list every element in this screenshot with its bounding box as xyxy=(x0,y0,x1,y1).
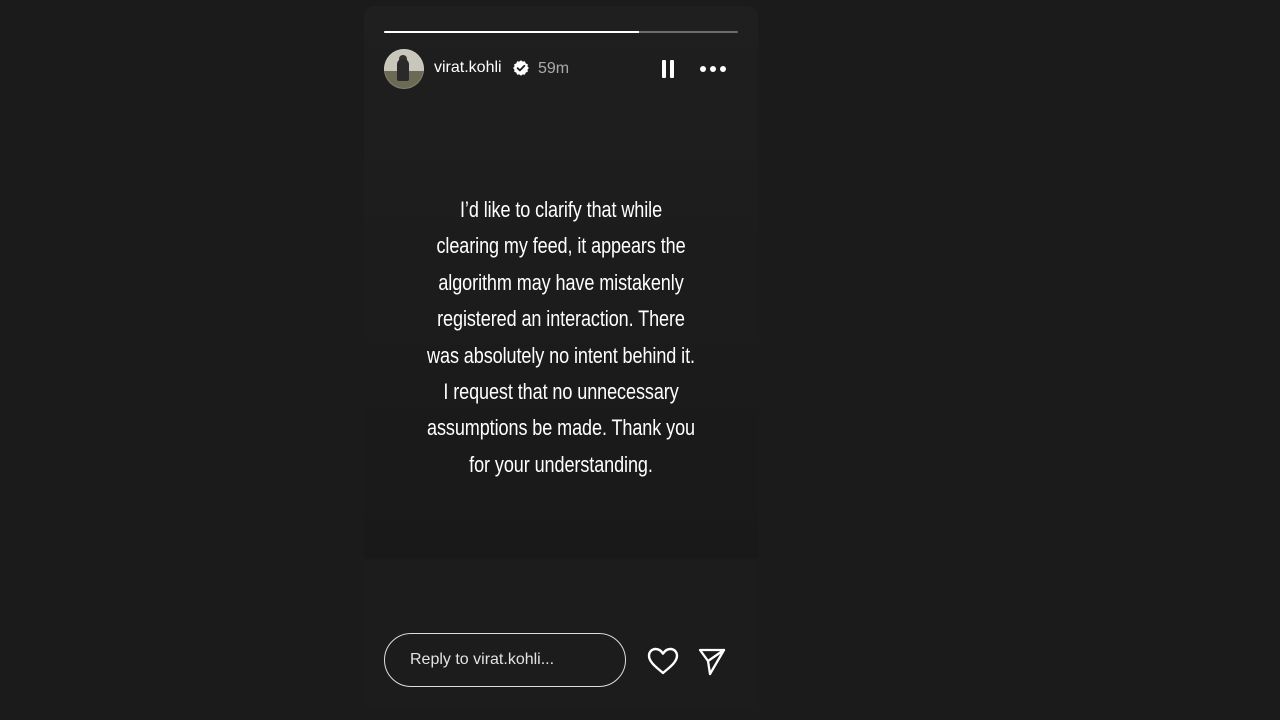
story-timestamp: 59m xyxy=(538,60,570,77)
story-header: virat.kohli 59m xyxy=(384,49,738,89)
username[interactable]: virat.kohli xyxy=(434,59,502,77)
send-icon xyxy=(697,646,727,676)
more-options-icon xyxy=(698,57,728,81)
pause-icon xyxy=(656,57,680,81)
story-viewer[interactable]: virat.kohli 59m I’d like to clarify that… xyxy=(364,6,758,710)
story-text-line: algorithm may have mistakenly xyxy=(438,269,684,295)
story-text-line: I’d like to clarify that while xyxy=(459,197,663,222)
pause-button[interactable] xyxy=(656,57,680,81)
story-text-line: clearing my feed, it appears the xyxy=(436,233,686,259)
story-progress-fill xyxy=(384,31,639,33)
like-button[interactable] xyxy=(646,646,680,676)
story-text-line: for your understanding. xyxy=(469,451,653,477)
avatar[interactable] xyxy=(384,49,424,89)
story-text-line: I request that no unnecessary xyxy=(443,379,679,405)
story-text-line: was absolutely no intent behind it. xyxy=(427,342,695,368)
more-options-button[interactable] xyxy=(698,57,728,81)
story-text-line: assumptions be made. Thank you xyxy=(427,415,695,441)
heart-icon xyxy=(646,646,680,676)
page-background: virat.kohli 59m I’d like to clarify that… xyxy=(0,0,1280,720)
reply-input[interactable] xyxy=(384,633,626,687)
share-button[interactable] xyxy=(697,646,727,676)
media-bottom-fade xyxy=(364,554,758,562)
story-progress-bar xyxy=(384,31,738,33)
story-text-message: I’d like to clarify that while clearing … xyxy=(416,192,706,483)
story-text-line: registered an interaction. There xyxy=(437,306,685,332)
verified-badge-icon xyxy=(512,59,530,77)
